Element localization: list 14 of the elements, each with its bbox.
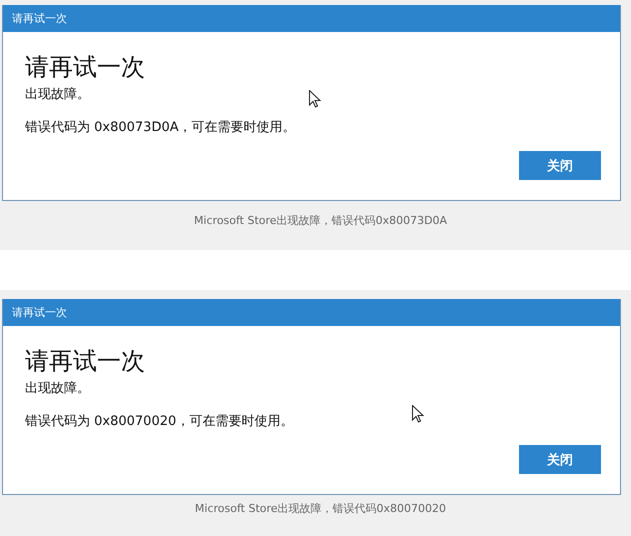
close-button[interactable]: 关闭 xyxy=(519,445,601,474)
title-bar: 请再试一次 xyxy=(3,299,620,326)
close-button[interactable]: 关闭 xyxy=(519,151,601,180)
dialog-message: 出现故障。 xyxy=(25,86,90,104)
error-detail: 错误代码为 0x80070020，可在需要时使用。 xyxy=(25,413,294,431)
dialog-heading: 请再试一次 xyxy=(25,52,145,82)
title-bar: 请再试一次 xyxy=(3,5,620,32)
dialog-heading: 请再试一次 xyxy=(25,346,145,376)
mouse-pointer-icon xyxy=(412,405,424,423)
figure-caption: Microsoft Store出现故障，错误代码0x80073D0A xyxy=(192,213,448,228)
dialog-message: 出现故障。 xyxy=(25,380,90,398)
figure-caption: Microsoft Store出现故障，错误代码0x80070020 xyxy=(194,501,448,516)
error-detail: 错误代码为 0x80073D0A，可在需要时使用。 xyxy=(25,119,296,137)
mouse-pointer-icon xyxy=(309,90,321,108)
